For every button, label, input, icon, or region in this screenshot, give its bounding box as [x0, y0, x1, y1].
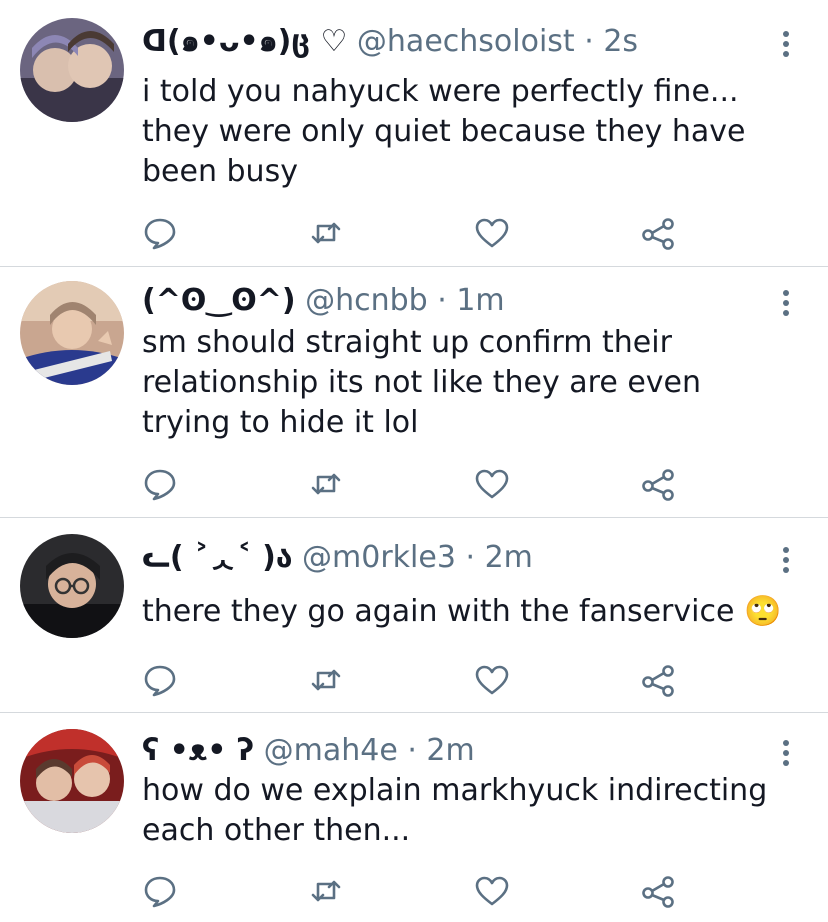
handle[interactable]: @mah4e: [264, 733, 398, 768]
tweet-header: ᗡ(๑•ᴗ•๑)ც ♡ @haechsoloist · 2s: [142, 24, 638, 60]
tweet[interactable]: ʕ •ᴥ• ʔ @mah4e · 2m how do we explain ma…: [0, 713, 828, 922]
avatar[interactable]: [20, 281, 124, 385]
display-name[interactable]: (^ʘ‿ʘ^): [142, 283, 296, 318]
avatar[interactable]: [20, 729, 124, 833]
share-icon[interactable]: [640, 662, 676, 698]
reply-icon[interactable]: [142, 466, 178, 502]
timestamp[interactable]: 2m: [426, 733, 474, 768]
share-icon[interactable]: [640, 873, 676, 909]
retweet-icon[interactable]: [308, 466, 344, 502]
tweet-text: sm should straight up confirm their rela…: [142, 325, 702, 440]
tweet-actions: [142, 215, 702, 251]
retweet-icon[interactable]: [308, 215, 344, 251]
heart-icon[interactable]: [474, 873, 510, 909]
avatar[interactable]: [20, 534, 124, 638]
handle[interactable]: @haechsoloist: [357, 24, 575, 59]
reply-icon[interactable]: [142, 873, 178, 909]
tweet[interactable]: ᓚ( ˃ᆺ˂ )ა @m0rkle3 · 2m there they go ag…: [0, 518, 828, 712]
reply-icon[interactable]: [142, 215, 178, 251]
display-name[interactable]: ᓚ( ˃ᆺ˂ )ა: [142, 540, 292, 575]
heart-icon[interactable]: [474, 466, 510, 502]
timestamp[interactable]: 2s: [603, 24, 638, 59]
tweet-text: i told you nahyuck were perfectly fine..…: [142, 74, 746, 189]
more-icon[interactable]: [776, 30, 796, 58]
tweet-header: (^ʘ‿ʘ^) @hcnbb · 1m: [142, 283, 505, 319]
timestamp[interactable]: 1m: [456, 283, 504, 318]
more-icon[interactable]: [776, 739, 796, 767]
share-icon[interactable]: [640, 215, 676, 251]
separator: ·: [407, 733, 417, 768]
share-icon[interactable]: [640, 466, 676, 502]
handle[interactable]: @m0rkle3: [302, 540, 456, 575]
tweet-actions: [142, 662, 702, 698]
timestamp[interactable]: 2m: [485, 540, 533, 575]
display-name[interactable]: ʕ •ᴥ• ʔ: [142, 733, 254, 768]
more-icon[interactable]: [776, 289, 796, 317]
retweet-icon[interactable]: [308, 873, 344, 909]
retweet-icon[interactable]: [308, 662, 344, 698]
tweet-header: ʕ •ᴥ• ʔ @mah4e · 2m: [142, 733, 475, 769]
heart-icon[interactable]: [474, 215, 510, 251]
tweet[interactable]: ᗡ(๑•ᴗ•๑)ც ♡ @haechsoloist · 2s i told yo…: [0, 0, 828, 266]
tweet-header: ᓚ( ˃ᆺ˂ )ა @m0rkle3 · 2m: [142, 540, 533, 576]
reply-icon[interactable]: [142, 662, 178, 698]
tweet-actions: [142, 873, 702, 909]
separator: ·: [465, 540, 476, 575]
tweet-text: how do we explain markhyuck indirecting …: [142, 773, 768, 848]
tweet[interactable]: (^ʘ‿ʘ^) @hcnbb · 1m sm should straight u…: [0, 267, 828, 517]
handle[interactable]: @hcnbb: [305, 283, 428, 318]
display-name[interactable]: ᗡ(๑•ᴗ•๑)ც ♡: [142, 24, 347, 59]
avatar[interactable]: [20, 18, 124, 122]
separator: ·: [584, 24, 594, 59]
tweet-actions: [142, 466, 702, 502]
tweet-text: there they go again with the fanservice …: [142, 594, 782, 629]
heart-icon[interactable]: [474, 662, 510, 698]
separator: ·: [437, 283, 447, 318]
more-icon[interactable]: [776, 546, 796, 574]
